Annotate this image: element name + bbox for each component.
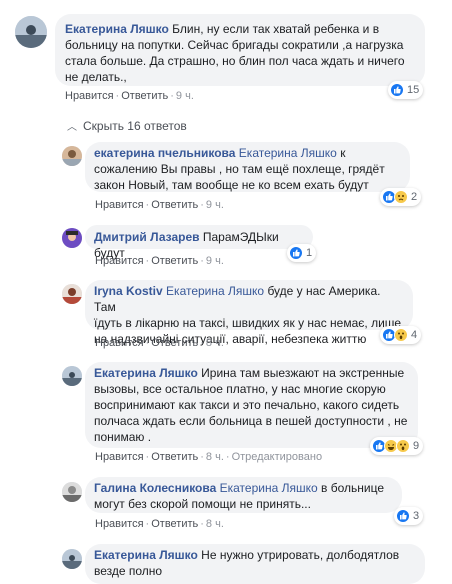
comment-text: Не нужно утрировать, долбодятлов xyxy=(201,548,400,562)
comment-text: не делать., xyxy=(65,70,127,84)
avatar[interactable] xyxy=(62,482,82,502)
comment-actions: Нравится · Ответить · 9 ч. xyxy=(95,199,224,211)
reaction-count: 3 xyxy=(413,510,420,522)
mention-link[interactable]: Екатерина Ляшко xyxy=(166,284,264,298)
avatar[interactable] xyxy=(62,146,82,166)
comment-author[interactable]: Iryna Kostiv xyxy=(94,284,163,298)
comment-text: сожалению Вы правы , но там ещё похлеще,… xyxy=(94,162,385,176)
like-button[interactable]: Нравится xyxy=(95,255,144,267)
mention-link[interactable]: Екатерина Ляшко xyxy=(239,146,337,160)
comment-actions: Нравится · Ответить · 8 ч. · Отредактировано xyxy=(95,451,323,463)
avatar[interactable] xyxy=(62,549,82,569)
comment-text: їдуть в лікарню на таксі, швидких як у н… xyxy=(94,316,402,330)
wow-icon xyxy=(394,328,408,342)
reply-button[interactable]: Ответить xyxy=(121,90,168,102)
reactions-badge[interactable]: 4 xyxy=(380,326,422,344)
reaction-count: 4 xyxy=(411,329,418,341)
comment-author[interactable]: Галина Колесникова xyxy=(94,481,216,495)
reaction-count: 2 xyxy=(411,191,418,203)
timestamp[interactable]: 9 ч. xyxy=(176,90,194,102)
comment-text: к xyxy=(340,146,346,160)
comment-author[interactable]: Екатерина Ляшко xyxy=(94,366,198,380)
comment-author[interactable]: Дмитрий Лазарев xyxy=(94,230,200,244)
comment-text: закон Новый, там вообще не ко всем ехать… xyxy=(94,178,369,192)
sad-icon xyxy=(394,190,408,204)
comment-actions: Нравится · Ответить · 8 ч. xyxy=(95,337,224,349)
comment-bubble: екатерина пчельникова Екатерина Ляшко к … xyxy=(85,142,410,192)
comment-text: в больнице xyxy=(321,481,385,495)
reply-button[interactable]: Ответить xyxy=(151,337,198,349)
edited-label[interactable]: Отредактировано xyxy=(232,451,323,463)
comment-author[interactable]: екатерина пчельникова xyxy=(94,146,235,160)
hide-replies-link[interactable]: ︿ Скрыть 16 ответов xyxy=(67,118,187,133)
reactions-badge[interactable]: 9 xyxy=(370,437,424,455)
like-button[interactable]: Нравится xyxy=(65,90,114,102)
comment-text: стала больше. Да страшно, но блин пол ча… xyxy=(65,54,405,68)
like-button[interactable]: Нравится xyxy=(95,337,144,349)
reactions-badge[interactable]: 1 xyxy=(287,244,317,262)
like-icon xyxy=(396,509,410,523)
wow-icon xyxy=(396,439,410,453)
comment-bubble: Екатерина Ляшко Не нужно утрировать, дол… xyxy=(85,544,425,584)
reaction-count: 1 xyxy=(306,247,313,259)
comment-author[interactable]: Екатерина Ляшко xyxy=(94,548,198,562)
reactions-badge[interactable]: 2 xyxy=(380,188,422,206)
comment-actions: Нравится · Ответить · 9 ч. xyxy=(65,90,194,102)
like-button[interactable]: Нравится xyxy=(95,451,144,463)
comment-text: вызовы, все остальное платно, у нас мног… xyxy=(94,382,386,396)
comment-bubble: Iryna Kostiv Екатерина Ляшко буде у нас … xyxy=(85,280,413,346)
comment-bubble: Дмитрий Лазарев ПарамЭДЫки будут xyxy=(85,225,313,260)
timestamp[interactable]: 9 ч. xyxy=(206,255,224,267)
comment-actions: Нравится · Ответить · 9 ч. xyxy=(95,255,224,267)
comment-text: могут без скорой помощи не принять... xyxy=(94,497,311,511)
mention-link[interactable]: Екатерина Ляшко xyxy=(220,481,318,495)
reply-button[interactable]: Ответить xyxy=(151,199,198,211)
reply-button[interactable]: Ответить xyxy=(151,451,198,463)
like-button[interactable]: Нравится xyxy=(95,518,144,530)
comment-author[interactable]: Екатерина Ляшко xyxy=(65,22,169,36)
chevron-up-icon: ︿ xyxy=(67,122,77,133)
reaction-count: 9 xyxy=(413,440,420,452)
reactions-badge[interactable]: 15 xyxy=(388,81,424,99)
comment-text: Ирина там выезжают на экстренные xyxy=(201,366,405,380)
comment-bubble: Екатерина Ляшко Блин, ну если так хватай… xyxy=(55,14,425,86)
timestamp[interactable]: 8 ч. xyxy=(206,518,224,530)
reply-button[interactable]: Ответить xyxy=(151,518,198,530)
reply-button[interactable]: Ответить xyxy=(151,255,198,267)
comment-bubble: Галина Колесникова Екатерина Ляшко в бол… xyxy=(85,477,402,513)
avatar[interactable] xyxy=(62,284,82,304)
comment-actions: Нравится · Ответить · 8 ч. xyxy=(95,518,224,530)
hide-replies-label: Скрыть 16 ответов xyxy=(83,119,187,133)
avatar[interactable] xyxy=(62,228,82,248)
comment-bubble: Екатерина Ляшко Ирина там выезжают на эк… xyxy=(85,362,418,448)
reaction-count: 15 xyxy=(407,84,420,96)
timestamp[interactable]: 8 ч. xyxy=(206,337,224,349)
avatar[interactable] xyxy=(62,366,82,386)
comment-text: больницу на попутки. Сейчас бригады сокр… xyxy=(65,38,404,52)
timestamp[interactable]: 9 ч. xyxy=(206,199,224,211)
comment-text: полчаса ждать если больница в пешей дост… xyxy=(94,414,408,428)
comment-text: воспринимают как такси и это печально, к… xyxy=(94,398,400,412)
reactions-badge[interactable]: 3 xyxy=(394,507,424,525)
avatar[interactable] xyxy=(15,16,47,48)
timestamp[interactable]: 8 ч. xyxy=(206,451,224,463)
like-button[interactable]: Нравится xyxy=(95,199,144,211)
like-icon xyxy=(390,83,404,97)
comment-text: понимаю . xyxy=(94,430,152,444)
like-icon xyxy=(289,246,303,260)
comment-text: Блин, ну если так хватай ребенка и в xyxy=(172,22,380,36)
